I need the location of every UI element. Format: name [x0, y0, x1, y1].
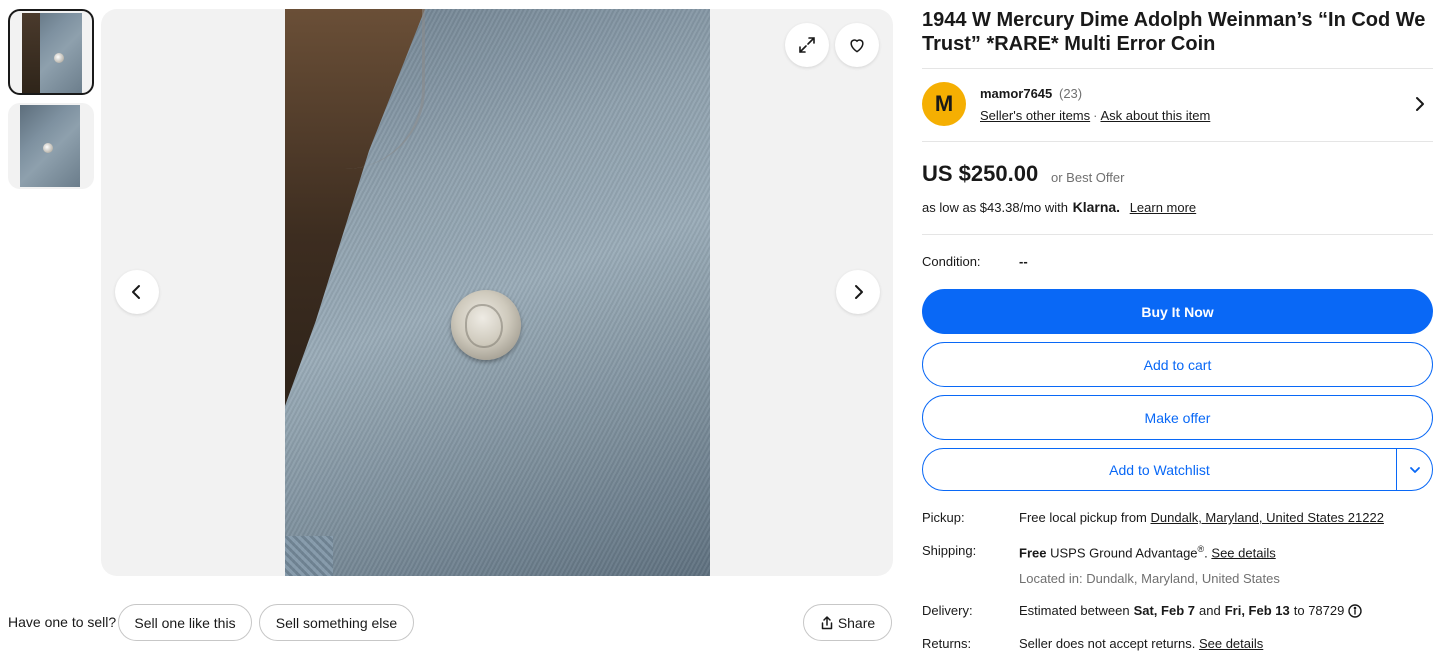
image-gallery — [101, 9, 893, 576]
previous-image-button[interactable] — [115, 270, 159, 314]
seller-other-items-link[interactable]: Seller's other items — [980, 108, 1090, 123]
photo-cable — [305, 9, 425, 169]
watchlist-dropdown-button[interactable] — [1397, 449, 1432, 490]
returns-label: Returns: — [922, 636, 972, 651]
delivery-end: Fri, Feb 13 — [1224, 603, 1290, 618]
located-in: Located in: Dundalk, Maryland, United St… — [1019, 571, 1280, 586]
shipping-see-details-link[interactable]: See details — [1211, 545, 1275, 560]
chevron-right-icon — [855, 285, 863, 299]
ask-about-item-link[interactable]: Ask about this item — [1100, 108, 1210, 123]
main-photo[interactable] — [285, 9, 710, 576]
divider — [922, 68, 1433, 69]
expand-icon — [799, 37, 815, 53]
seller-feedback-count: (23) — [1059, 86, 1083, 101]
shipping-free: Free — [1019, 545, 1047, 561]
sell-prompt: Have one to sell? — [8, 614, 117, 630]
info-icon[interactable] — [1348, 603, 1363, 618]
make-offer-button[interactable]: Make offer — [922, 395, 1433, 440]
klarna-logo: Klarna. — [1072, 199, 1121, 215]
chevron-left-icon — [132, 285, 140, 299]
pickup-location-link[interactable]: Dundalk, Maryland, United States 21222 — [1151, 510, 1384, 525]
coin — [451, 290, 521, 360]
pickup-label: Pickup: — [922, 510, 965, 525]
sell-something-else-button[interactable]: Sell something else — [259, 604, 414, 641]
watchlist-control: Add to Watchlist — [922, 448, 1433, 491]
chevron-down-icon — [1410, 466, 1420, 473]
chevron-right-icon[interactable] — [1412, 96, 1428, 112]
returns-value: Seller does not accept returns. See deta… — [1019, 636, 1263, 651]
thumbnail-coin — [43, 143, 53, 153]
add-to-cart-button[interactable]: Add to cart — [922, 342, 1433, 387]
photo-seam — [285, 536, 333, 576]
seller-name[interactable]: mamor7645 — [980, 86, 1052, 101]
best-offer-label: or Best Offer — [1051, 170, 1125, 185]
divider — [922, 234, 1433, 235]
next-image-button[interactable] — [836, 270, 880, 314]
price: US $250.00 — [922, 161, 1039, 186]
heart-icon — [850, 39, 864, 53]
pickup-value: Free local pickup from Dundalk, Maryland… — [1019, 510, 1384, 525]
expand-button[interactable] — [785, 23, 829, 67]
add-to-watchlist-button[interactable]: Add to Watchlist — [923, 449, 1397, 490]
condition-value: -- — [1019, 254, 1028, 269]
share-label: Share — [837, 614, 876, 631]
registered-mark: ® — [1197, 544, 1205, 554]
pickup-text: Free local pickup from — [1019, 510, 1147, 525]
thumbnail-image — [20, 105, 80, 187]
delivery-prefix: Estimated between — [1019, 603, 1130, 618]
delivery-start: Sat, Feb 7 — [1133, 603, 1195, 618]
thumbnail-1[interactable] — [8, 9, 94, 95]
sell-one-like-this-button[interactable]: Sell one like this — [118, 604, 252, 641]
condition-label: Condition: — [922, 254, 981, 269]
separator-dot: · — [1093, 108, 1098, 123]
watch-heart-button[interactable] — [835, 23, 879, 67]
seller-avatar[interactable]: M — [922, 82, 966, 126]
thumbnail-image — [22, 13, 82, 93]
delivery-and: and — [1199, 603, 1221, 618]
shipping-label: Shipping: — [922, 543, 977, 558]
learn-more-link[interactable]: Learn more — [1130, 200, 1196, 215]
shipping-service: USPS Ground Advantage — [1050, 545, 1198, 561]
returns-see-details-link[interactable]: See details — [1199, 636, 1263, 651]
returns-text: Seller does not accept returns. — [1019, 636, 1196, 651]
shipping-value: Free USPS Ground Advantage®. See details — [1019, 544, 1276, 561]
installment-text: as low as $43.38/mo with — [922, 200, 1068, 215]
buy-it-now-button[interactable]: Buy It Now — [922, 289, 1433, 334]
thumbnail-coin — [54, 53, 64, 63]
delivery-label: Delivery: — [922, 603, 973, 618]
share-icon — [821, 615, 833, 629]
seller-links: Seller's other items · Ask about this item — [980, 108, 1210, 123]
listing-title: 1944 W Mercury Dime Adolph Weinman’s “In… — [922, 9, 1426, 55]
share-button[interactable]: Share — [803, 604, 892, 641]
klarna-installment: as low as $43.38/mo with Klarna. Learn m… — [922, 199, 1196, 215]
delivery-zip: to 78729 — [1293, 603, 1345, 618]
delivery-value: Estimated between Sat, Feb 7 and Fri, Fe… — [1019, 603, 1363, 618]
thumbnail-2[interactable] — [8, 103, 94, 189]
divider — [922, 141, 1433, 142]
